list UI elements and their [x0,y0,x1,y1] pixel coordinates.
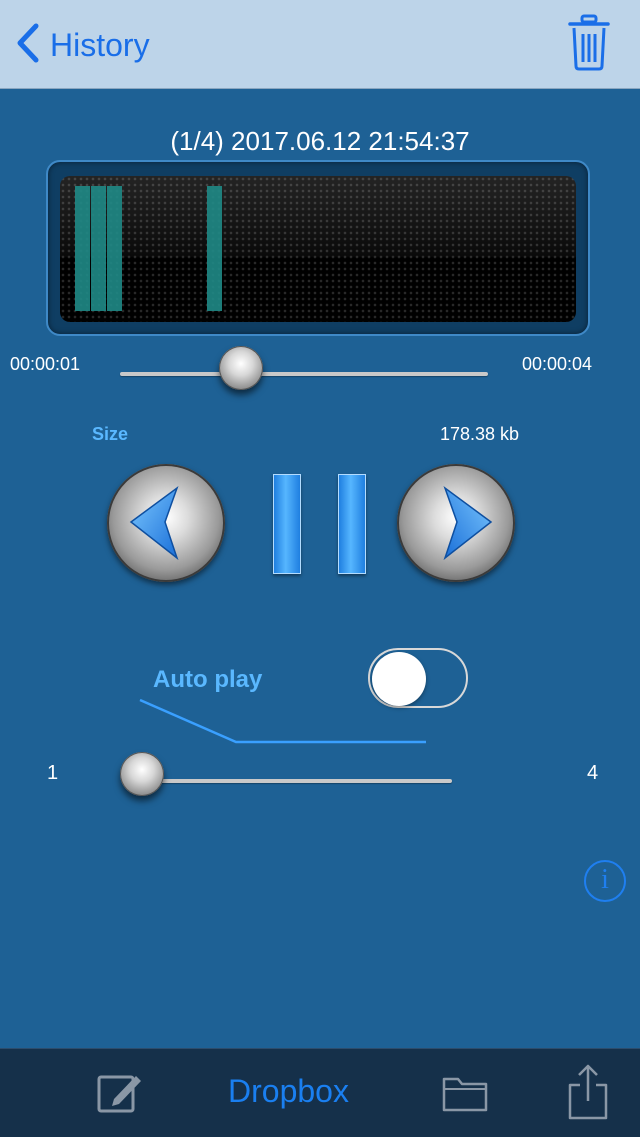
bottom-toolbar: Dropbox [0,1048,640,1137]
autoplay-connector-line [139,698,426,744]
chevron-left-icon [14,22,40,69]
track-min-label: 1 [47,762,59,784]
track-selector-knob[interactable] [120,752,164,796]
delete-button[interactable] [566,14,612,72]
size-label: Size [92,424,129,444]
share-button[interactable] [566,1063,610,1121]
folder-button[interactable] [442,1073,488,1113]
recording-timestamp: (1/4) 2017.06.12 21:54:37 [170,126,470,156]
pause-bar-right [338,474,366,574]
back-button[interactable]: History [14,22,150,68]
share-icon [566,1064,610,1125]
waveform-bar [91,186,106,311]
playback-slider-track[interactable] [120,372,488,376]
total-time-label: 00:00:04 [522,354,593,374]
waveform-screen [60,176,576,322]
playback-slider-knob[interactable] [219,346,264,390]
edit-button[interactable] [96,1071,144,1115]
waveform-bar [75,186,90,311]
autoplay-label: Auto play [153,666,263,693]
track-selector-track[interactable] [140,779,452,783]
info-button[interactable]: i [584,860,626,902]
back-label: History [50,26,150,63]
size-value: 178.38 kb [440,424,520,444]
previous-button[interactable] [107,464,225,582]
pause-bar-left [273,474,301,574]
waveform-bar [107,186,122,311]
trash-icon [566,14,612,76]
dropbox-button[interactable]: Dropbox [228,1073,349,1110]
current-time-label: 00:00:01 [10,354,81,374]
edit-icon [96,1075,144,1119]
folder-icon [442,1077,488,1117]
next-button[interactable] [397,464,515,582]
navigation-bar: History [0,0,640,89]
waveform-bar [207,186,222,311]
track-max-label: 4 [587,762,599,784]
waveform-display [46,160,590,336]
